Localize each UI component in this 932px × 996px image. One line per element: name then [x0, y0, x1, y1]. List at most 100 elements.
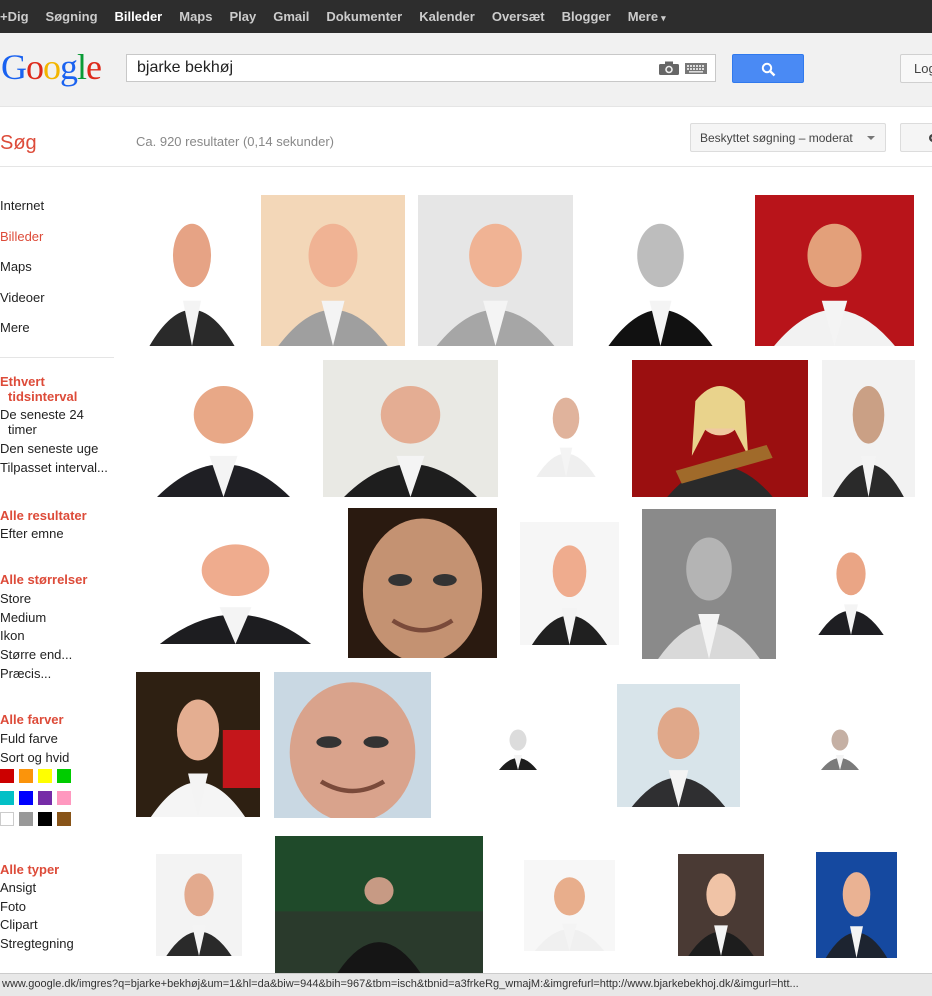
- color-filter-bw[interactable]: Sort og hvid: [0, 750, 69, 765]
- settings-button[interactable]: [900, 123, 932, 152]
- status-url: www.google.dk/imgres?q=bjarke+bekhøj&um=…: [2, 978, 799, 990]
- color-swatch[interactable]: [57, 812, 71, 826]
- type-filter-photo[interactable]: Foto: [0, 899, 26, 914]
- time-filter-custom[interactable]: Tilpasset interval...: [0, 460, 108, 475]
- search-input[interactable]: [127, 55, 657, 81]
- color-swatch[interactable]: [0, 791, 14, 805]
- size-filter-medium[interactable]: Medium: [0, 610, 46, 625]
- time-filter-heading[interactable]: Ethvert: [0, 374, 45, 389]
- browser-status-bar: www.google.dk/imgres?q=bjarke+bekhøj&um=…: [0, 973, 932, 996]
- image-result-thumbnail[interactable]: [275, 836, 483, 973]
- image-result-thumbnail[interactable]: [274, 672, 431, 818]
- image-result-thumbnail[interactable]: [632, 360, 808, 497]
- image-result-thumbnail[interactable]: [617, 684, 740, 807]
- topnav-item-dig[interactable]: +Dig: [0, 9, 29, 24]
- portrait-photo: [493, 720, 543, 770]
- image-result-thumbnail[interactable]: [136, 672, 260, 817]
- portrait-photo: [136, 195, 248, 346]
- color-swatch[interactable]: [19, 791, 33, 805]
- topnav-item-oversæt[interactable]: Oversæt: [492, 9, 545, 24]
- topnav-item-gmail[interactable]: Gmail: [273, 9, 309, 24]
- color-swatch[interactable]: [38, 812, 52, 826]
- size-filter-exact[interactable]: Præcis...: [0, 666, 51, 681]
- image-result-thumbnail[interactable]: [136, 521, 335, 644]
- portrait-photo: [617, 684, 740, 807]
- color-swatch[interactable]: [38, 791, 52, 805]
- results-filter-heading[interactable]: Alle resultater: [0, 508, 87, 523]
- color-filter-heading[interactable]: Alle farver: [0, 712, 64, 727]
- size-filter-larger-than[interactable]: Større end...: [0, 647, 72, 662]
- type-filter-heading[interactable]: Alle typer: [0, 862, 59, 877]
- sidebar-item-images[interactable]: Billeder: [0, 229, 43, 244]
- time-filter-24h[interactable]: De seneste 24: [0, 407, 84, 422]
- search-section-title: Søg: [0, 132, 37, 154]
- type-filter-line-drawing[interactable]: Stregtegning: [0, 936, 74, 951]
- sidebar-item-internet[interactable]: Internet: [0, 198, 44, 213]
- image-result-thumbnail[interactable]: [493, 720, 543, 770]
- camera-icon[interactable]: [659, 61, 679, 75]
- portrait-photo: [136, 521, 335, 644]
- image-result-thumbnail[interactable]: [808, 533, 894, 635]
- topnav-item-dokumenter[interactable]: Dokumenter: [326, 9, 402, 24]
- sidebar-item-maps[interactable]: Maps: [0, 259, 32, 274]
- color-swatch[interactable]: [57, 791, 71, 805]
- top-nav-links: +Dig Søgning Billeder Maps Play Gmail Dokument…: [0, 0, 683, 33]
- image-result-thumbnail[interactable]: [136, 195, 248, 346]
- image-result-thumbnail[interactable]: [348, 508, 497, 658]
- color-swatch[interactable]: [0, 812, 14, 826]
- google-logo[interactable]: Google: [1, 49, 102, 85]
- image-result-thumbnail[interactable]: [755, 195, 914, 346]
- color-swatch[interactable]: [0, 769, 14, 783]
- topnav-item-kalender[interactable]: Kalender: [419, 9, 475, 24]
- image-result-thumbnail[interactable]: [816, 852, 897, 958]
- topnav-item-blogger[interactable]: Blogger: [562, 9, 611, 24]
- sidebar-item-more[interactable]: Mere: [0, 320, 30, 335]
- sidebar-item-videos[interactable]: Videoer: [0, 290, 45, 305]
- image-result-thumbnail[interactable]: [520, 522, 619, 645]
- type-filter-clipart[interactable]: Clipart: [0, 917, 38, 932]
- size-filter-large[interactable]: Store: [0, 591, 31, 606]
- portrait-photo: [815, 720, 865, 770]
- time-filter-24h-cont[interactable]: timer: [8, 422, 37, 437]
- image-result-thumbnail[interactable]: [592, 195, 729, 346]
- color-swatch[interactable]: [57, 769, 71, 783]
- image-result-thumbnail[interactable]: [323, 360, 498, 497]
- image-result-thumbnail[interactable]: [136, 360, 311, 497]
- portrait-photo: [808, 533, 894, 635]
- portrait-photo: [678, 854, 764, 956]
- color-swatch[interactable]: [19, 812, 33, 826]
- image-result-thumbnail[interactable]: [642, 509, 776, 659]
- color-swatch[interactable]: [19, 769, 33, 783]
- login-button[interactable]: Log: [900, 54, 932, 83]
- safesearch-label: Beskyttet søgning – moderat: [700, 131, 853, 145]
- image-result-thumbnail[interactable]: [678, 854, 764, 956]
- topnav-item-maps[interactable]: Maps: [179, 9, 212, 24]
- portrait-photo: [642, 509, 776, 659]
- color-swatch[interactable]: [38, 769, 52, 783]
- image-result-thumbnail[interactable]: [527, 379, 605, 477]
- keyboard-icon[interactable]: [685, 63, 707, 74]
- size-filter-heading[interactable]: Alle størrelser: [0, 572, 87, 587]
- topnav-item-mere[interactable]: Mere ▾: [628, 9, 666, 24]
- time-filter-heading-cont[interactable]: tidsinterval: [8, 389, 77, 404]
- topnav-item-søgning[interactable]: Søgning: [46, 9, 98, 24]
- portrait-photo: [755, 195, 914, 346]
- image-result-thumbnail[interactable]: [822, 360, 915, 497]
- topnav-item-play[interactable]: Play: [229, 9, 256, 24]
- type-filter-face[interactable]: Ansigt: [0, 880, 36, 895]
- chevron-down-icon: [867, 136, 875, 140]
- image-result-thumbnail[interactable]: [261, 195, 405, 346]
- time-filter-week[interactable]: Den seneste uge: [0, 441, 98, 456]
- image-result-thumbnail[interactable]: [524, 860, 615, 951]
- image-result-thumbnail[interactable]: [815, 720, 865, 770]
- topnav-item-billeder[interactable]: Billeder: [115, 9, 163, 24]
- portrait-photo: [524, 860, 615, 951]
- size-filter-icon[interactable]: Ikon: [0, 628, 25, 643]
- search-button[interactable]: [732, 54, 804, 83]
- color-filter-full[interactable]: Fuld farve: [0, 731, 58, 746]
- image-result-thumbnail[interactable]: [418, 195, 573, 346]
- portrait-photo: [632, 360, 808, 497]
- safesearch-dropdown[interactable]: Beskyttet søgning – moderat: [690, 123, 886, 152]
- results-filter-by-subject[interactable]: Efter emne: [0, 526, 64, 541]
- image-result-thumbnail[interactable]: [156, 854, 242, 956]
